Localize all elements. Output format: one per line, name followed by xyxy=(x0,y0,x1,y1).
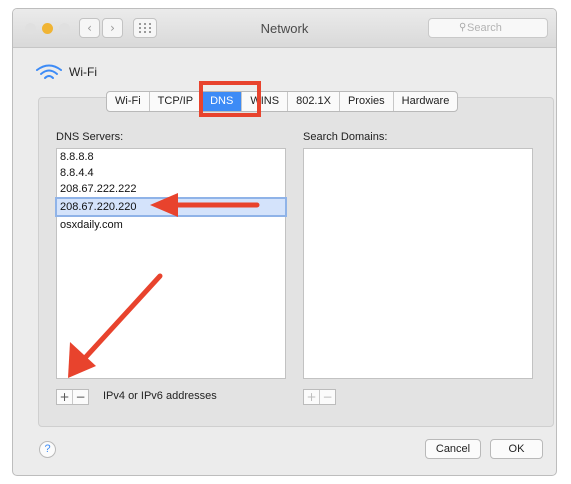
dns-server-entry[interactable]: 8.8.8.8 xyxy=(57,149,285,165)
network-preferences-window: ‹ › Network ⚲ Search Wi-Fi Wi-Fi TCP/IP … xyxy=(12,8,557,476)
search-domains-list[interactable] xyxy=(303,148,533,379)
dns-servers-label: DNS Servers: xyxy=(56,131,124,143)
search-icon: ⚲ xyxy=(459,22,467,33)
dns-server-entry[interactable]: 8.8.4.4 xyxy=(57,165,285,181)
search-domains-add-remove-control: + − xyxy=(303,389,336,405)
dns-tab-annotation-box xyxy=(199,81,261,117)
cancel-button[interactable]: Cancel xyxy=(425,439,481,459)
help-button[interactable]: ? xyxy=(39,441,56,458)
tab-wi-fi[interactable]: Wi-Fi xyxy=(107,92,149,111)
search-placeholder: Search xyxy=(467,22,502,34)
tab-hardware[interactable]: Hardware xyxy=(392,92,458,111)
remove-dns-server-button[interactable]: − xyxy=(72,390,88,404)
interface-name: Wi-Fi xyxy=(69,65,97,79)
title-bar: ‹ › Network ⚲ Search xyxy=(13,9,556,48)
tab-802-1x[interactable]: 802.1X xyxy=(287,92,339,111)
tab-proxies[interactable]: Proxies xyxy=(338,92,393,111)
dns-hint-text: IPv4 or IPv6 addresses xyxy=(103,390,217,402)
add-dns-server-button[interactable]: + xyxy=(57,390,72,404)
tab-tcp-ip[interactable]: TCP/IP xyxy=(148,92,201,111)
dns-server-entry[interactable]: 208.67.222.222 xyxy=(57,181,285,197)
wifi-icon xyxy=(36,64,62,79)
dns-add-remove-control: + − xyxy=(56,389,89,405)
ok-button[interactable]: OK xyxy=(490,439,543,459)
search-field[interactable]: ⚲ Search xyxy=(428,18,548,38)
dns-server-entry-editing[interactable]: 208.67.220.220 xyxy=(55,197,287,217)
search-domains-label: Search Domains: xyxy=(303,131,388,143)
dns-servers-list[interactable]: 8.8.8.8 8.8.4.4 208.67.222.222 208.67.220.2… xyxy=(55,148,287,379)
add-search-domain-button[interactable]: + xyxy=(304,390,319,404)
remove-search-domain-button[interactable]: − xyxy=(319,390,335,404)
tab-bar: Wi-Fi TCP/IP DNS WINS 802.1X Proxies Hardware xyxy=(106,91,459,112)
dns-server-entry[interactable]: osxdaily.com xyxy=(57,217,285,233)
